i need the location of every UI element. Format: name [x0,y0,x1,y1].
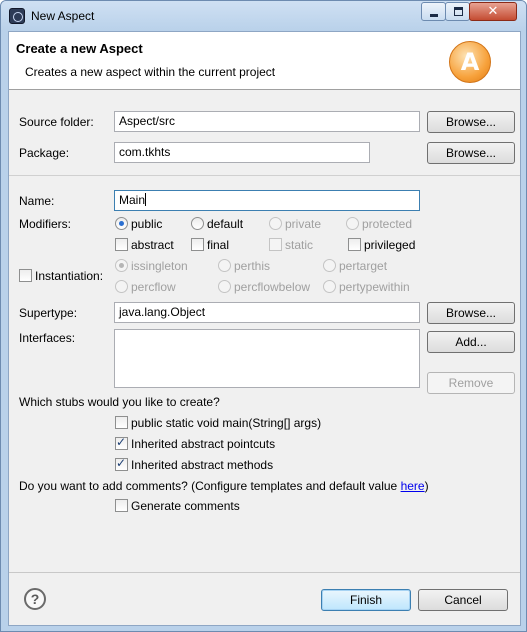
instantiation-percflowbelow-radio [218,280,231,293]
source-folder-field[interactable]: Aspect/src [114,111,420,132]
close-icon: ✕ [487,3,499,18]
modifier-privileged-checkbox[interactable] [348,238,361,251]
dialog-content: Create a new Aspect Creates a new aspect… [8,31,521,626]
radio-selected-dot [119,221,124,226]
separator [9,175,520,176]
modifiers-label: Modifiers: [19,217,72,231]
stubs-question: Which stubs would you like to create? [19,395,220,409]
modifier-public-radio[interactable] [115,217,128,230]
modifier-static-label: static [285,238,314,252]
supertype-label: Supertype: [19,306,78,320]
stub-main-label: public static void main(String[] args) [131,416,322,430]
comments-question-suffix: ) [424,479,429,493]
interfaces-add-button[interactable]: Add... [427,331,515,353]
name-value: Main [119,193,146,207]
instantiation-percflow-radio [115,280,128,293]
checkmark-icon: ✓ [116,435,127,449]
comments-question-text: Do you want to add comments? (Configure … [19,479,401,493]
modifier-privileged-label: privileged [364,238,416,252]
page-title: Create a new Aspect [16,41,143,56]
generate-comments-checkbox[interactable] [115,499,128,512]
supertype-field[interactable]: java.lang.Object [114,302,420,323]
aspect-logo-letter: A [460,48,480,76]
name-field[interactable]: Main [114,190,420,211]
window-title: New Aspect [31,9,95,23]
instantiation-pertypewithin-radio [323,280,336,293]
modifier-private-radio [269,217,282,230]
instantiation-issingleton-radio [115,259,128,272]
eclipse-app-icon [9,8,25,24]
minimize-icon [430,14,438,17]
instantiation-percflowbelow-label: percflowbelow [234,280,311,294]
help-icon[interactable]: ? [24,588,46,610]
interfaces-list[interactable] [114,329,420,388]
close-button[interactable]: ✕ [469,2,517,21]
modifier-static-checkbox [269,238,282,251]
package-browse-button[interactable]: Browse... [427,142,515,164]
instantiation-perthis-radio [218,259,231,272]
stub-pointcuts-label: Inherited abstract pointcuts [131,437,276,451]
modifier-abstract-label: abstract [131,238,174,252]
name-label: Name: [19,194,55,208]
instantiation-pertarget-label: pertarget [339,259,388,273]
instantiation-checkbox[interactable] [19,269,32,282]
instantiation-perthis-label: perthis [234,259,271,273]
page-description: Creates a new aspect within the current … [25,65,276,79]
source-folder-label: Source folder: [19,115,94,129]
interfaces-remove-button: Remove [427,372,515,394]
title-bar[interactable]: New Aspect ✕ [1,1,526,31]
configure-templates-link[interactable]: here [401,479,425,493]
aspect-logo-icon: A [449,41,491,83]
maximize-button[interactable] [445,2,470,21]
generate-comments-label: Generate comments [131,499,240,513]
modifier-protected-radio [346,217,359,230]
supertype-browse-button[interactable]: Browse... [427,302,515,324]
interfaces-label: Interfaces: [19,331,76,345]
modifier-protected-label: protected [362,217,413,231]
package-field[interactable]: com.tkhts [114,142,370,163]
comments-question: Do you want to add comments? (Configure … [19,479,429,493]
instantiation-label: Instantiation: [35,269,104,283]
modifier-public-label: public [131,217,163,231]
modifier-default-label: default [207,217,244,231]
instantiation-pertypewithin-label: pertypewithin [339,280,410,294]
footer-separator [9,572,520,573]
modifier-default-radio[interactable] [191,217,204,230]
finish-button[interactable]: Finish [321,589,411,611]
stub-main-checkbox[interactable] [115,416,128,429]
maximize-icon [454,7,463,16]
text-caret [145,193,147,206]
instantiation-pertarget-radio [323,259,336,272]
modifier-private-label: private [285,217,322,231]
source-folder-browse-button[interactable]: Browse... [427,111,515,133]
modifier-final-label: final [207,238,230,252]
stub-pointcuts-checkbox[interactable]: ✓ [115,435,128,450]
modifier-abstract-checkbox[interactable] [115,238,128,251]
package-label: Package: [19,146,70,160]
modifier-final-checkbox[interactable] [191,238,204,251]
stub-methods-label: Inherited abstract methods [131,458,274,472]
radio-selected-dot [119,263,124,268]
instantiation-issingleton-label: issingleton [131,259,188,273]
checkmark-icon: ✓ [116,456,127,470]
cancel-button[interactable]: Cancel [418,589,508,611]
instantiation-percflow-label: percflow [131,280,176,294]
wizard-banner: Create a new Aspect Creates a new aspect… [9,32,520,90]
minimize-button[interactable] [421,2,446,21]
stub-methods-checkbox[interactable]: ✓ [115,456,128,471]
new-aspect-window: New Aspect ✕ Create a new Aspect Creates… [0,0,527,632]
